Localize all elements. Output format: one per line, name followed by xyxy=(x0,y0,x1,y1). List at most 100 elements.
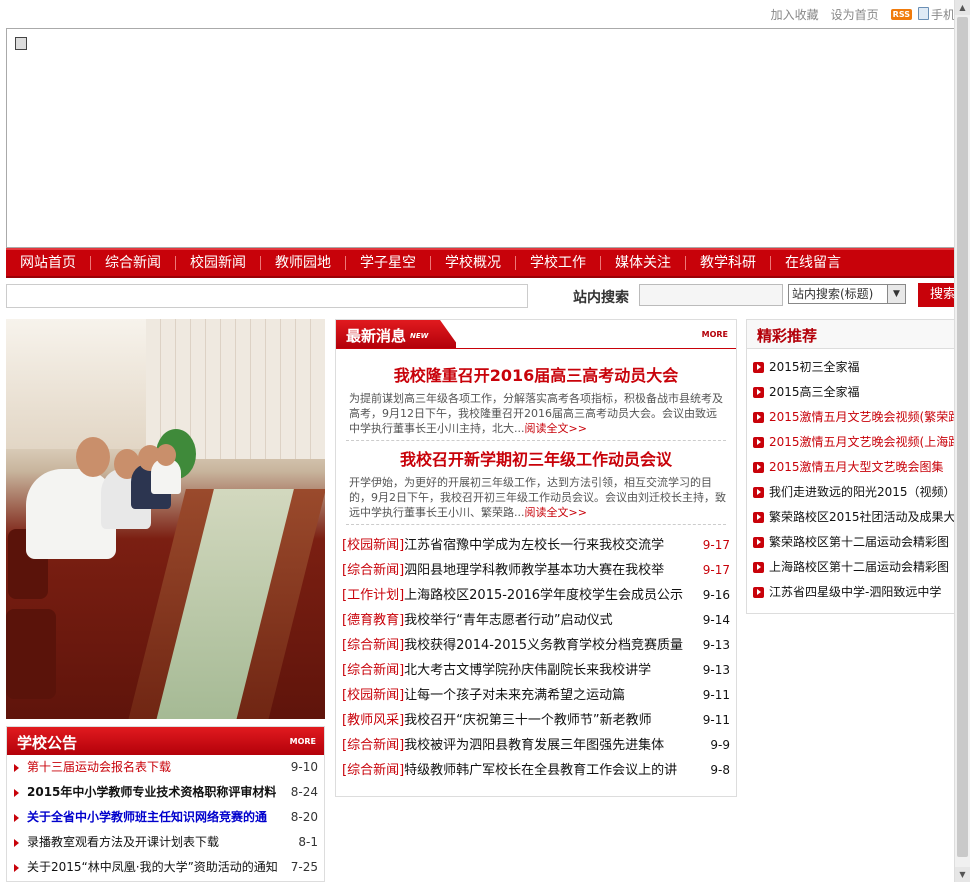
nav-item[interactable]: 在线留言 xyxy=(771,256,855,270)
news-category[interactable]: [工作计划] xyxy=(342,588,404,603)
news-photo[interactable] xyxy=(6,319,325,719)
phone-icon xyxy=(917,7,929,20)
recommend-item[interactable]: 2015激情五月大型文艺晚会图集 xyxy=(747,455,955,480)
news-item[interactable]: [工作计划]上海路校区2015-2016学年度校学生会成员公示 9-16 xyxy=(342,583,730,608)
news-item-title[interactable]: 让每一个孩子对未来充满希望之运动篇 xyxy=(404,683,625,708)
news-category[interactable]: [综合新闻] xyxy=(342,763,404,778)
recommend-item-title[interactable]: 江苏省四星级中学-泗阳致远中学 xyxy=(769,585,941,599)
news-category[interactable]: [校园新闻] xyxy=(342,538,404,553)
news-item-title[interactable]: 我校被评为泗阳县教育发展三年图强先进集体 xyxy=(404,733,664,758)
notice-item[interactable]: 关于全省中小学教师班主任知识网络竞赛的通 8-20 xyxy=(7,805,324,830)
nav-item[interactable]: 教师园地 xyxy=(261,256,346,270)
recommend-list: 2015初三全家福 2015高三全家福 2015激情五月文艺晚会视频(繁荣路 2015… xyxy=(747,349,955,605)
news-item-title[interactable]: 上海路校区2015-2016学年度校学生会成员公示 xyxy=(404,583,683,608)
mobile-link[interactable]: 手机 xyxy=(917,6,955,23)
notice-item-title[interactable]: 2015年中小学教师专业技术资格职称评审材料 xyxy=(27,780,276,805)
notice-item-title[interactable]: 第十三届运动会报名表下载 xyxy=(27,755,171,780)
featured-headline[interactable]: 我校召开新学期初三年级工作动员会议 xyxy=(346,449,726,471)
recommend-item-title[interactable]: 上海路校区第十二届运动会精彩图 xyxy=(769,560,949,574)
scrollbar[interactable]: ▲ ▼ xyxy=(954,0,970,882)
news-category[interactable]: [德育教育] xyxy=(342,613,404,628)
news-list: [校园新闻]江苏省宿豫中学成为左校长一行来我校交流学 9-17 [综合新闻]泗阳县地… xyxy=(336,533,736,783)
news-item[interactable]: [德育教育]我校举行“青年志愿者行动”启动仪式 9-14 xyxy=(342,608,730,633)
scroll-thumb[interactable] xyxy=(957,17,968,857)
mobile-label: 手机 xyxy=(930,8,955,22)
nav-item[interactable]: 学子星空 xyxy=(346,256,431,270)
recommend-item[interactable]: 我们走进致远的阳光2015（视频） xyxy=(747,480,955,505)
scroll-up-icon[interactable]: ▲ xyxy=(955,0,970,15)
news-item[interactable]: [综合新闻]我校获得2014-2015义务教育学校分档竞赛质量 9-13 xyxy=(342,633,730,658)
recommend-item[interactable]: 2015初三全家福 xyxy=(747,355,955,380)
search-input[interactable] xyxy=(639,284,783,306)
news-category[interactable]: [校园新闻] xyxy=(342,688,404,703)
notice-item[interactable]: 第十三届运动会报名表下载 9-10 xyxy=(7,755,324,780)
nav-item[interactable]: 学校概况 xyxy=(431,256,516,270)
news-item[interactable]: [综合新闻]特级教师韩广军校长在全县教育工作会议上的讲 9-8 xyxy=(342,758,730,783)
notice-item[interactable]: 关于2015“林中凤凰·我的大学”资助活动的通知 7-25 xyxy=(7,855,324,880)
nav-item[interactable]: 媒体关注 xyxy=(601,256,686,270)
news-item-title[interactable]: 我校获得2014-2015义务教育学校分档竞赛质量 xyxy=(404,633,683,658)
nav-item[interactable]: 校园新闻 xyxy=(176,256,261,270)
read-more-link[interactable]: 阅读全文>> xyxy=(525,422,587,435)
search-type-select[interactable]: 站内搜索(标题) ▼ xyxy=(788,284,906,304)
news-item-title[interactable]: 北大考古文博学院孙庆伟副院长来我校讲学 xyxy=(404,658,651,683)
recommend-item[interactable]: 繁荣路校区第十二届运动会精彩图 xyxy=(747,530,955,555)
top-links: 加入收藏 设为首页 RSS 手机 xyxy=(771,6,955,23)
notice-more-link[interactable]: MORE xyxy=(290,737,316,746)
news-category[interactable]: [综合新闻] xyxy=(342,663,404,678)
news-more-link[interactable]: MORE xyxy=(702,330,728,339)
recommend-item-title[interactable]: 我们走进致远的阳光2015（视频） xyxy=(769,485,955,499)
news-category[interactable]: [综合新闻] xyxy=(342,563,404,578)
arrow-bullet-icon xyxy=(753,487,764,498)
news-item-title[interactable]: 我校举行“青年志愿者行动”启动仪式 xyxy=(404,608,612,633)
search-type-value: 站内搜索(标题) xyxy=(792,287,874,301)
nav-item[interactable]: 网站首页 xyxy=(6,256,91,270)
divider xyxy=(346,440,726,441)
notice-item-title[interactable]: 录播教室观看方法及开课计划表下载 xyxy=(27,830,219,855)
recommend-item-title[interactable]: 2015激情五月文艺晚会视频(繁荣路 xyxy=(769,410,955,424)
recommend-item[interactable]: 江苏省四星级中学-泗阳致远中学 xyxy=(747,580,955,605)
recommend-item-title[interactable]: 2015高三全家福 xyxy=(769,385,860,399)
news-category[interactable]: [综合新闻] xyxy=(342,738,404,753)
nav-item[interactable]: 综合新闻 xyxy=(91,256,176,270)
recommend-item-title[interactable]: 繁荣路校区2015社团活动及成果大 xyxy=(769,510,955,524)
news-item[interactable]: [综合新闻]北大考古文博学院孙庆伟副院长来我校讲学 9-13 xyxy=(342,658,730,683)
set-homepage-link[interactable]: 设为首页 xyxy=(831,6,879,23)
news-item[interactable]: [综合新闻]我校被评为泗阳县教育发展三年图强先进集体 9-9 xyxy=(342,733,730,758)
recommend-item[interactable]: 2015激情五月文艺晚会视频(繁荣路 xyxy=(747,405,955,430)
news-item-title[interactable]: 泗阳县地理学科教师教学基本功大赛在我校举 xyxy=(404,558,664,583)
notice-item-title[interactable]: 关于全省中小学教师班主任知识网络竞赛的通 xyxy=(27,805,267,830)
featured-headline[interactable]: 我校隆重召开2016届高三高考动员大会 xyxy=(346,365,726,387)
scroll-down-icon[interactable]: ▼ xyxy=(955,867,970,882)
notice-item-title[interactable]: 关于2015“林中凤凰·我的大学”资助活动的通知 xyxy=(27,855,278,880)
add-favorite-link[interactable]: 加入收藏 xyxy=(771,6,819,23)
recommend-item-title[interactable]: 2015激情五月文艺晚会视频(上海路 xyxy=(769,435,955,449)
news-category[interactable]: [教师风采] xyxy=(342,713,404,728)
rss-icon[interactable]: RSS xyxy=(890,9,912,20)
news-item[interactable]: [校园新闻]江苏省宿豫中学成为左校长一行来我校交流学 9-17 xyxy=(342,533,730,558)
news-item-date: 9-14 xyxy=(702,613,730,627)
marquee-box xyxy=(6,284,528,308)
news-item-title[interactable]: 特级教师韩广军校长在全县教育工作会议上的讲 xyxy=(404,758,677,783)
notice-item[interactable]: 2015年中小学教师专业技术资格职称评审材料 8-24 xyxy=(7,780,324,805)
arrow-bullet-icon xyxy=(753,387,764,398)
news-item[interactable]: [教师风采]我校召开“庆祝第三十一个教师节”新老教师 9-11 xyxy=(342,708,730,733)
recommend-item-title[interactable]: 2015初三全家福 xyxy=(769,360,860,374)
recommend-item[interactable]: 2015高三全家福 xyxy=(747,380,955,405)
recommend-item-title[interactable]: 繁荣路校区第十二届运动会精彩图 xyxy=(769,535,949,549)
news-item[interactable]: [综合新闻]泗阳县地理学科教师教学基本功大赛在我校举 9-17 xyxy=(342,558,730,583)
nav-item[interactable]: 学校工作 xyxy=(516,256,601,270)
recommend-item-title[interactable]: 2015激情五月大型文艺晚会图集 xyxy=(769,460,944,474)
recommend-item[interactable]: 繁荣路校区2015社团活动及成果大 xyxy=(747,505,955,530)
news-category[interactable]: [综合新闻] xyxy=(342,638,404,653)
notice-item[interactable]: 录播教室观看方法及开课计划表下载 8-1 xyxy=(7,830,324,855)
recommend-item[interactable]: 上海路校区第十二届运动会精彩图 xyxy=(747,555,955,580)
nav-item[interactable]: 教学科研 xyxy=(686,256,771,270)
news-item-date: 9-11 xyxy=(702,713,730,727)
news-item[interactable]: [校园新闻]让每一个孩子对未来充满希望之运动篇 9-11 xyxy=(342,683,730,708)
news-item-title[interactable]: 我校召开“庆祝第三十一个教师节”新老教师 xyxy=(404,708,651,733)
read-more-link[interactable]: 阅读全文>> xyxy=(525,506,587,519)
news-item-title[interactable]: 江苏省宿豫中学成为左校长一行来我校交流学 xyxy=(404,533,664,558)
notice-item-date: 8-20 xyxy=(290,810,318,824)
recommend-item[interactable]: 2015激情五月文艺晚会视频(上海路 xyxy=(747,430,955,455)
